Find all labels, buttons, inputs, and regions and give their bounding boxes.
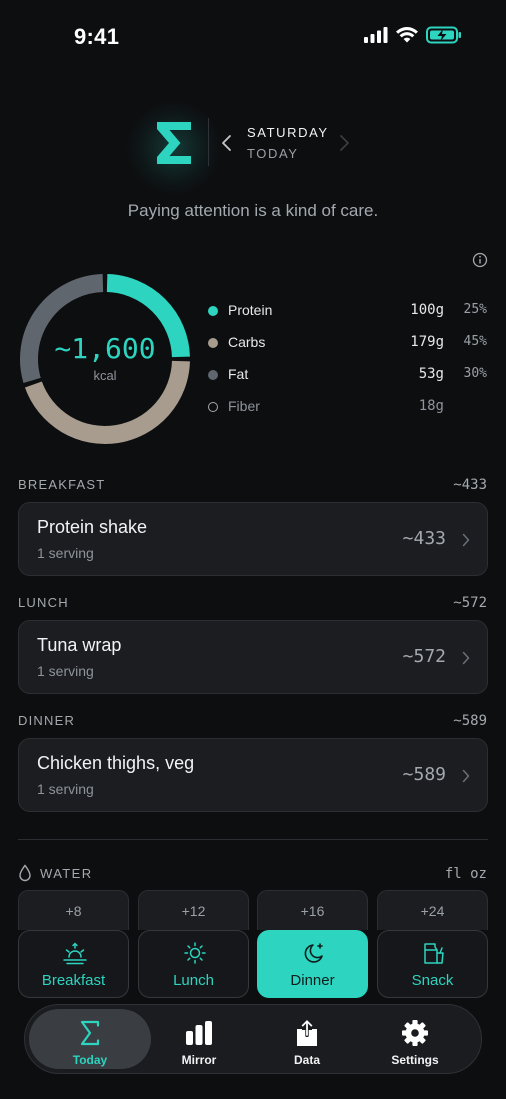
sigma-icon (80, 1020, 100, 1046)
add-lunch-button[interactable]: Lunch (138, 930, 249, 998)
meal-title: Protein shake (37, 517, 148, 537)
meal-calories: ~589 (402, 764, 446, 785)
tab-data[interactable]: Data (253, 1009, 361, 1069)
carbs-dot-icon (208, 338, 218, 348)
section-label-dinner: DINNER (18, 713, 76, 728)
tab-label: Data (293, 1053, 320, 1067)
previous-day-button[interactable] (219, 134, 235, 152)
section-divider (18, 839, 488, 840)
add-dinner-button[interactable]: Dinner (257, 930, 368, 998)
macro-name: Fat (228, 366, 249, 382)
section-label-lunch: LUNCH (18, 595, 69, 610)
donut-center: ~1,600 kcal (16, 330, 194, 383)
tab-label: Settings (391, 1053, 439, 1067)
section-total-breakfast: ~433 (453, 477, 487, 493)
gear-icon (402, 1020, 428, 1046)
battery-charging-icon (426, 26, 461, 44)
meal-card-dinner[interactable]: Chicken thighs, veg 1 serving ~589 (18, 738, 488, 812)
meal-serving: 1 serving (37, 781, 94, 797)
macro-percent: 45% (463, 334, 487, 349)
add-breakfast-button[interactable]: Breakfast (18, 930, 129, 998)
macro-row-fiber: Fiber 18g (208, 394, 490, 426)
meal-card-breakfast[interactable]: Protein shake 1 serving ~433 (18, 502, 488, 576)
fat-dot-icon (208, 370, 218, 380)
macro-name: Fiber (228, 398, 260, 414)
water-unit: fl oz (444, 866, 487, 882)
macro-row-fat: Fat 53g 30% (208, 362, 490, 394)
water-add-16-button[interactable]: +16 (257, 890, 368, 930)
chevron-right-icon (462, 651, 470, 665)
macro-name: Protein (228, 302, 273, 318)
water-add-24-button[interactable]: +24 (377, 890, 488, 930)
macro-row-protein: Protein 100g 25% (208, 298, 490, 330)
export-icon (297, 1019, 317, 1046)
add-snack-button[interactable]: Snack (377, 930, 488, 998)
meal-card-lunch[interactable]: Tuna wrap 1 serving ~572 (18, 620, 488, 694)
meal-title: Tuna wrap (37, 635, 122, 655)
water-label: WATER (40, 866, 93, 881)
moon-icon (304, 943, 323, 963)
meal-type-label: Lunch (173, 972, 214, 989)
water-add-12-button[interactable]: +12 (138, 890, 249, 930)
chevron-right-icon (462, 533, 470, 547)
kcal-unit: kcal (93, 368, 117, 383)
macro-grams: 18g (418, 398, 444, 414)
tagline: Paying attention is a kind of care. (127, 201, 379, 220)
water-add-8-button[interactable]: +8 (18, 890, 129, 930)
tab-mirror[interactable]: Mirror (145, 1009, 253, 1069)
sunrise-icon (63, 942, 87, 965)
meal-type-label: Dinner (290, 972, 335, 989)
tab-label: Today (72, 1053, 108, 1067)
status-icons (364, 26, 462, 44)
tab-bar: Today Mirror Data Settings (24, 1004, 482, 1074)
tab-label: Mirror (181, 1053, 217, 1067)
meal-calories: ~433 (402, 528, 446, 549)
kcal-total: ~1,600 (54, 332, 156, 365)
day-relative: TODAY (247, 146, 299, 161)
meal-title: Chicken thighs, veg (37, 753, 195, 773)
macro-legend: Protein 100g 25% Carbs 179g 45% Fat 53g … (208, 298, 490, 426)
macro-percent: 25% (463, 302, 487, 317)
signal-icon (364, 27, 388, 43)
tab-settings[interactable]: Settings (361, 1009, 469, 1069)
tab-today[interactable]: Today (29, 1009, 151, 1069)
macro-row-carbs: Carbs 179g 45% (208, 330, 490, 362)
snack-icon (424, 943, 444, 964)
meal-calories: ~572 (402, 646, 446, 667)
macro-name: Carbs (228, 334, 266, 350)
meal-type-label: Snack (411, 972, 454, 989)
macro-grams: 100g (410, 302, 444, 318)
protein-dot-icon (208, 306, 218, 316)
status-time: 9:41 (74, 24, 120, 49)
meal-serving: 1 serving (37, 545, 94, 561)
section-label-breakfast: BREAKFAST (18, 477, 106, 492)
bars-icon (186, 1021, 212, 1045)
info-icon[interactable] (472, 252, 488, 268)
macro-grams: 179g (410, 334, 444, 350)
day-header: SATURDAY TODAY (0, 100, 506, 196)
meal-serving: 1 serving (37, 663, 94, 679)
water-drop-icon (19, 864, 31, 882)
chevron-right-icon (462, 769, 470, 783)
meal-type-label: Breakfast (41, 972, 106, 989)
header-divider (208, 118, 209, 166)
macro-grams: 53g (418, 366, 444, 382)
wifi-icon (396, 27, 418, 43)
status-bar: 9:41 (0, 0, 506, 74)
next-day-button[interactable] (336, 134, 352, 152)
section-total-lunch: ~572 (453, 595, 487, 611)
sun-icon (184, 942, 206, 964)
day-name: SATURDAY (247, 125, 329, 140)
macro-percent: 30% (463, 366, 487, 381)
section-total-dinner: ~589 (453, 713, 487, 729)
sigma-logo-icon (157, 122, 191, 164)
fiber-dot-icon (208, 402, 218, 412)
